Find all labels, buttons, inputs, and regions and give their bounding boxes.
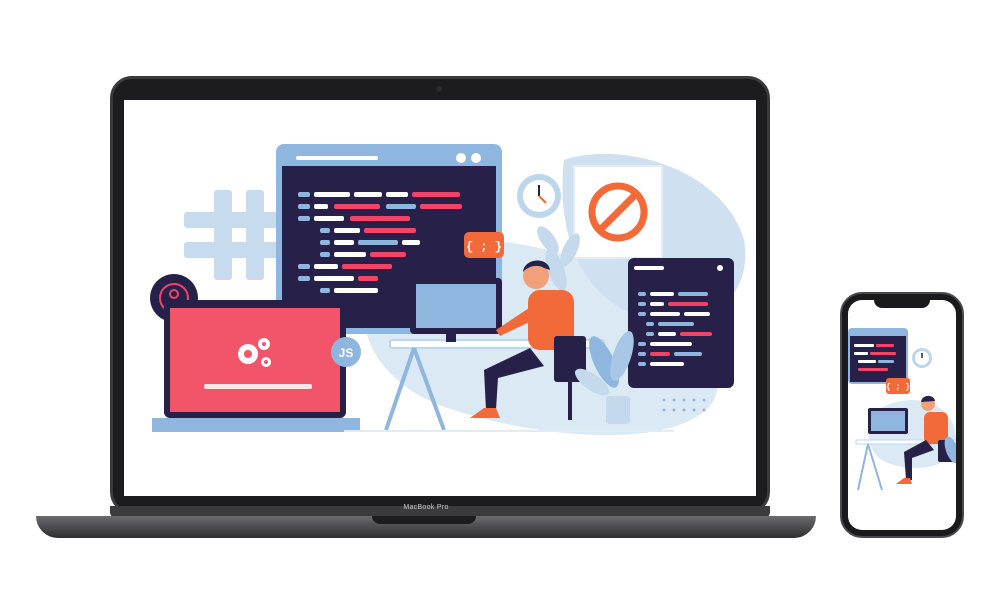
phone-notch (874, 298, 930, 308)
laptop-brand-label: MacBook Pro (403, 504, 449, 511)
svg-text:{ ; }: { ; } (886, 383, 910, 392)
code-window-right (628, 258, 734, 388)
settings-window (152, 300, 360, 432)
phone-screen: { ; } (848, 300, 956, 530)
svg-text:{ ; }: { ; } (466, 240, 502, 254)
svg-text:JS: JS (339, 346, 354, 360)
developer-illustration: { ; } JS (150, 144, 746, 435)
blocked-icon (573, 165, 663, 259)
laptop-camera (436, 86, 442, 92)
progress-bar (204, 384, 312, 389)
monitor (410, 278, 502, 342)
laptop-notch (372, 516, 476, 524)
phone-illustration: { ; } (848, 328, 956, 491)
clock-icon (517, 174, 561, 218)
laptop-screen: { ; } JS (124, 100, 756, 496)
floor-line (344, 430, 674, 432)
js-badge: JS (331, 337, 361, 367)
code-badge: { ; } (464, 232, 504, 258)
